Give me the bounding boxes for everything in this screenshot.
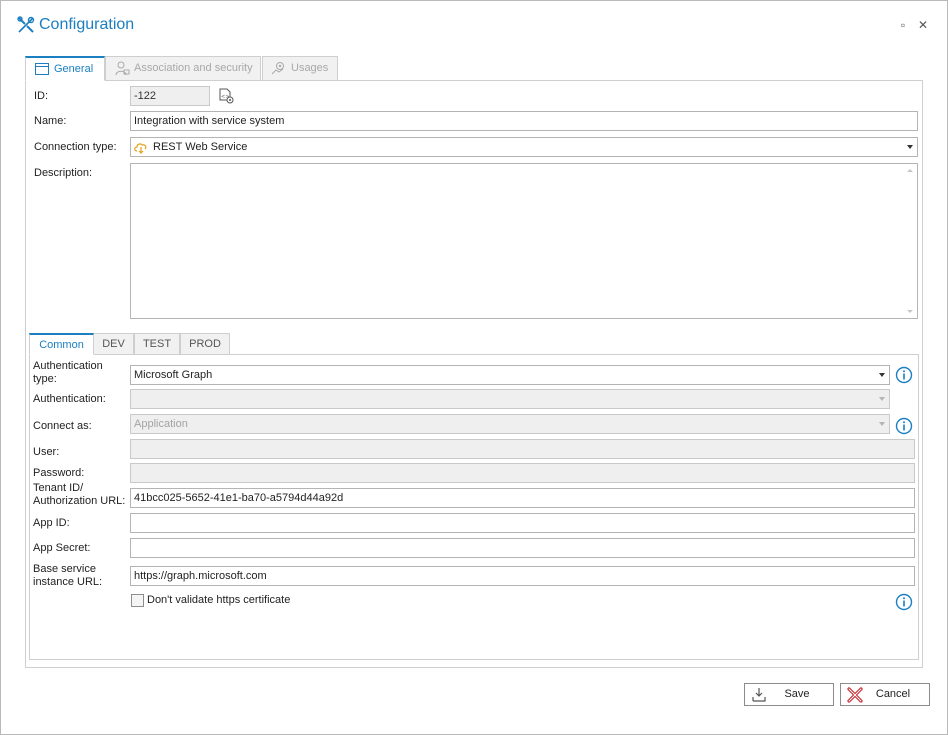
subtab-dev[interactable]: DEV (93, 333, 134, 355)
description-label: Description: (34, 167, 93, 179)
description-scrollbar[interactable] (903, 164, 917, 318)
dont-validate-label[interactable]: Don't validate https certificate (147, 594, 290, 607)
app-id-input[interactable] (130, 513, 915, 533)
tab-usages-label: Usages (291, 62, 329, 74)
tab-association-label: Association and security (134, 62, 253, 74)
gear-chart-icon (271, 62, 284, 75)
cloud-icon (134, 143, 147, 154)
tenant-label-line1: Tenant ID/ (33, 482, 84, 494)
scroll-down-icon (907, 310, 913, 313)
close-icon: ✕ (917, 18, 929, 32)
app-secret-input[interactable] (130, 538, 915, 558)
tenant-id-input[interactable]: 41bcc025-5652-41e1-ba70-a5794d44a92d (130, 488, 915, 508)
connect-as-label: Connect as: (33, 420, 92, 432)
base-url-label-line2: instance URL: (33, 576, 103, 588)
connection-type-value: REST Web Service (153, 141, 248, 153)
base-url-label-line1: Base service (33, 563, 96, 575)
connection-type-label: Connection type: (34, 141, 117, 153)
scroll-up-icon (907, 169, 913, 172)
tenant-label-line2: Authorization URL: (33, 495, 126, 507)
subtab-prod[interactable]: PROD (180, 333, 230, 355)
chevron-down-icon (879, 397, 885, 401)
chevron-down-icon (907, 145, 913, 149)
chevron-down-icon (879, 422, 885, 426)
tenant-label: Tenant ID/ Authorization URL: (33, 482, 125, 508)
window-icon (35, 63, 49, 75)
connect-as-select: Application (130, 414, 890, 434)
info-icon[interactable] (895, 593, 913, 611)
id-generator-icon[interactable]: <> (217, 87, 235, 105)
password-label: Password: (33, 467, 85, 479)
connection-type-select[interactable]: REST Web Service (130, 137, 918, 157)
base-url-label: Base service instance URL: (33, 563, 102, 589)
connect-as-value: Application (134, 418, 188, 430)
id-label: ID: (34, 90, 49, 102)
auth-type-select[interactable]: Microsoft Graph (130, 365, 890, 385)
auth-type-label-line2: type: (33, 373, 57, 385)
save-button-label: Save (784, 688, 810, 700)
password-input (130, 463, 915, 483)
close-button[interactable]: ✕ (916, 18, 930, 32)
info-icon[interactable] (895, 366, 913, 384)
dont-validate-checkbox[interactable] (131, 594, 144, 607)
window-title: Configuration (39, 16, 135, 33)
app-secret-label: App Secret: (33, 542, 91, 554)
name-input[interactable]: Integration with service system (130, 111, 918, 131)
authentication-label: Authentication: (33, 393, 106, 405)
tools-icon (17, 16, 35, 33)
user-lock-icon (115, 61, 130, 76)
user-input (130, 439, 915, 459)
maximize-icon: ▫ (900, 18, 906, 32)
app-id-label: App ID: (33, 517, 70, 529)
info-icon[interactable] (895, 417, 913, 435)
tab-general[interactable]: General (25, 56, 105, 81)
cancel-button[interactable]: Cancel (840, 683, 930, 706)
tab-association-and-security[interactable]: Association and security (105, 56, 261, 81)
tab-general-label: General (54, 63, 94, 75)
authentication-select (130, 389, 890, 409)
maximize-button[interactable]: ▫ (896, 18, 910, 32)
save-button[interactable]: Save (744, 683, 834, 706)
tab-usages[interactable]: Usages (262, 56, 338, 81)
subtab-common[interactable]: Common (29, 333, 94, 355)
subtab-test[interactable]: TEST (134, 333, 180, 355)
description-textarea[interactable] (130, 163, 918, 319)
user-label: User: (33, 446, 60, 458)
chevron-down-icon (879, 373, 885, 377)
auth-type-label: Authentication type: (33, 360, 103, 386)
id-field: -122 (130, 86, 210, 106)
auth-type-label-line1: Authentication (33, 360, 103, 372)
auth-type-value: Microsoft Graph (134, 369, 213, 381)
cancel-button-label: Cancel (875, 688, 911, 700)
name-label: Name: (34, 115, 67, 127)
base-url-input[interactable]: https://graph.microsoft.com (130, 566, 915, 586)
